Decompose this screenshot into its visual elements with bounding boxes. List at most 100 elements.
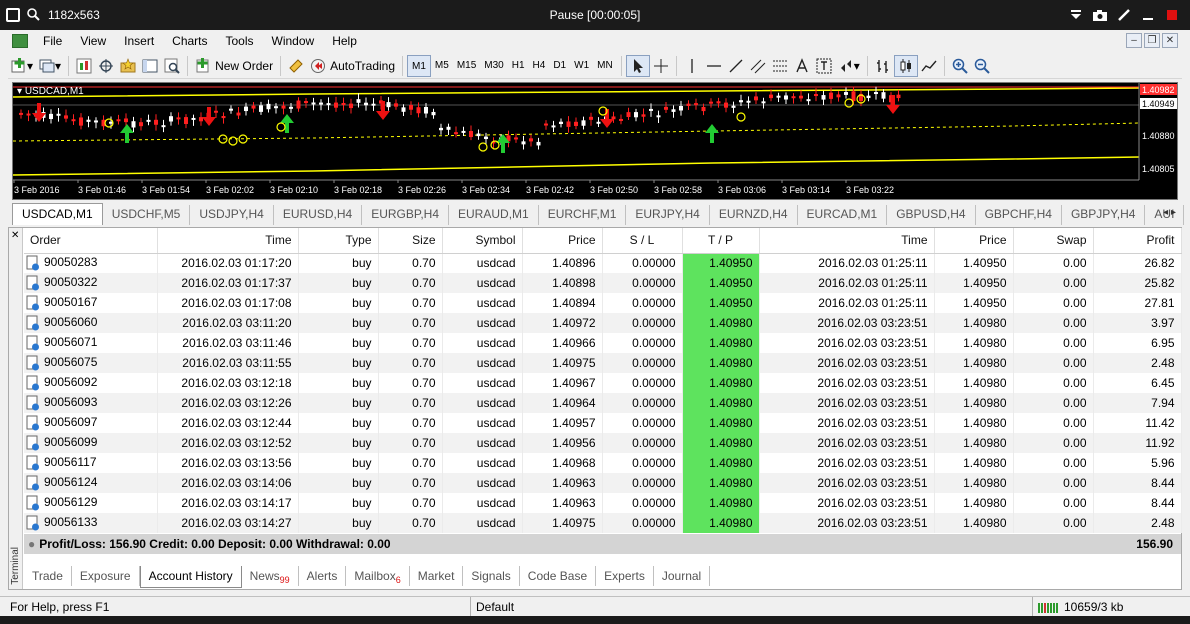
terminal-tab-journal[interactable]: Journal — [654, 566, 711, 586]
autotrading-button[interactable]: AutoTrading — [307, 55, 398, 77]
chart-tab-eurcad-m1[interactable]: EURCAD,M1 — [798, 205, 888, 225]
table-row[interactable]: 90056117 2016.02.03 03:13:56 buy 0.70 usdcad… — [24, 453, 1182, 473]
menu-view[interactable]: View — [71, 31, 115, 51]
new-chart-button[interactable]: ▾ — [8, 55, 36, 77]
terminal-tab-mailbox[interactable]: Mailbox6 — [346, 566, 410, 586]
column-header-size[interactable]: Size — [378, 228, 443, 254]
trendline-button[interactable] — [725, 55, 747, 77]
arrows-button[interactable]: ▾ — [835, 55, 863, 77]
table-row[interactable]: 90056075 2016.02.03 03:11:55 buy 0.70 usdcad… — [24, 353, 1182, 373]
price-chart[interactable]: 1.40982 1.40949 1.40880 1.40805 3 Feb 2016 3 … — [12, 82, 1178, 200]
table-row[interactable]: 90056071 2016.02.03 03:11:46 buy 0.70 usdcad… — [24, 333, 1182, 353]
zoom-out-button[interactable] — [971, 55, 993, 77]
terminal-tab-experts[interactable]: Experts — [596, 566, 654, 586]
navigator-button[interactable] — [95, 55, 117, 77]
chart-canvas[interactable]: 1.40982 1.40949 1.40880 1.40805 3 Feb 2016 3 … — [13, 83, 1177, 199]
vertical-line-button[interactable] — [681, 55, 703, 77]
timeframe-m1[interactable]: M1 — [407, 54, 431, 77]
menu-file[interactable]: File — [34, 31, 71, 51]
terminal-tab-account-history[interactable]: Account History — [139, 566, 242, 588]
mdi-minimize-icon[interactable]: – — [1126, 33, 1142, 48]
table-row[interactable]: 90056097 2016.02.03 03:12:44 buy 0.70 usdcad… — [24, 413, 1182, 433]
bar-chart-button[interactable] — [872, 55, 894, 77]
table-row[interactable]: 90056129 2016.02.03 03:14:17 buy 0.70 usdcad… — [24, 493, 1182, 513]
table-row[interactable]: 90056099 2016.02.03 03:12:52 buy 0.70 usdcad… — [24, 433, 1182, 453]
close-icon[interactable]: ✕ — [11, 230, 19, 241]
text-label-button[interactable] — [813, 55, 835, 77]
table-row[interactable]: 90056124 2016.02.03 03:14:06 buy 0.70 usdcad… — [24, 473, 1182, 493]
column-header-t-p[interactable]: T / P — [682, 228, 760, 254]
timeframe-d1[interactable]: D1 — [549, 55, 570, 77]
column-header-order[interactable]: Order — [24, 228, 158, 254]
zoom-in-button[interactable] — [949, 55, 971, 77]
favorites-button[interactable] — [117, 55, 139, 77]
column-header-swap[interactable]: Swap — [1013, 228, 1094, 254]
mdi-restore-icon[interactable]: ❐ — [1144, 33, 1160, 48]
chart-tab-gbpusd-h4[interactable]: GBPUSD,H4 — [887, 205, 976, 225]
cursor-tool-button[interactable] — [625, 54, 650, 77]
market-watch-button[interactable] — [73, 55, 95, 77]
chart-tab-usdjpy-h4[interactable]: USDJPY,H4 — [190, 205, 274, 225]
text-tool-button[interactable] — [791, 55, 813, 77]
column-header-profit[interactable]: Profit — [1093, 228, 1182, 254]
dropdown-icon[interactable] — [1066, 6, 1086, 24]
menu-insert[interactable]: Insert — [115, 31, 163, 51]
candlestick-button[interactable] — [893, 54, 918, 77]
menu-help[interactable]: Help — [323, 31, 366, 51]
column-header-s-l[interactable]: S / L — [602, 228, 683, 254]
camera-icon[interactable] — [1090, 6, 1110, 24]
chart-tab-eurgbp-h4[interactable]: EURGBP,H4 — [362, 205, 450, 225]
chart-tab-euraud-m1[interactable]: EURAUD,M1 — [449, 205, 539, 225]
chart-tab-eurusd-h4[interactable]: EURUSD,H4 — [274, 205, 363, 225]
timeframe-h4[interactable]: H4 — [529, 55, 550, 77]
app-icon[interactable] — [12, 34, 28, 48]
chart-tab-gbpchf-h4[interactable]: GBPCHF,H4 — [976, 205, 1062, 225]
column-header-type[interactable]: Type — [298, 228, 379, 254]
table-row[interactable]: 90056060 2016.02.03 03:11:20 buy 0.70 usdcad… — [24, 313, 1182, 333]
terminal-tab-news[interactable]: News99 — [242, 566, 299, 586]
tab-scroll-arrows-icon[interactable]: ◂ ▸ — [1163, 207, 1176, 218]
menu-charts[interactable]: Charts — [163, 31, 216, 51]
minimize-icon[interactable] — [1138, 6, 1158, 24]
table-row[interactable]: 90050283 2016.02.03 01:17:20 buy 0.70 usdcad… — [24, 253, 1182, 273]
metaeditor-button[interactable] — [285, 55, 307, 77]
terminal-tab-exposure[interactable]: Exposure — [72, 566, 140, 586]
terminal-tab-market[interactable]: Market — [410, 566, 464, 586]
timeframe-w1[interactable]: W1 — [570, 55, 593, 77]
timeframe-m15[interactable]: M15 — [453, 55, 480, 77]
chart-tab-usdchf-m5[interactable]: USDCHF,M5 — [103, 205, 191, 225]
status-connection[interactable]: 10659/3 kb — [1032, 597, 1182, 616]
chart-tab-eurjpy-h4[interactable]: EURJPY,H4 — [626, 205, 710, 225]
terminal-tab-trade[interactable]: Trade — [24, 566, 72, 586]
timeframe-mn[interactable]: MN — [593, 55, 617, 77]
column-header-time[interactable]: Time — [157, 228, 299, 254]
fibonacci-button[interactable] — [769, 55, 791, 77]
timeframe-h1[interactable]: H1 — [508, 55, 529, 77]
mdi-close-icon[interactable]: ✕ — [1162, 33, 1178, 48]
menu-window[interactable]: Window — [263, 31, 324, 51]
column-header-time[interactable]: Time — [759, 228, 935, 254]
timeframe-m30[interactable]: M30 — [480, 55, 507, 77]
stop-icon[interactable] — [1162, 6, 1182, 24]
column-header-price[interactable]: Price — [934, 228, 1014, 254]
pencil-icon[interactable] — [1114, 6, 1134, 24]
crosshair-tool-button[interactable] — [650, 55, 672, 77]
horizontal-line-button[interactable] — [703, 55, 725, 77]
equidistant-channel-button[interactable] — [747, 55, 769, 77]
new-order-button[interactable]: New Order — [192, 55, 276, 77]
table-row[interactable]: 90056093 2016.02.03 03:12:26 buy 0.70 usdcad… — [24, 393, 1182, 413]
table-row[interactable]: 90050322 2016.02.03 01:17:37 buy 0.70 usdcad… — [24, 273, 1182, 293]
timeframe-m5[interactable]: M5 — [431, 55, 453, 77]
chart-tab-gbpjpy-h4[interactable]: GBPJPY,H4 — [1062, 205, 1146, 225]
table-row[interactable]: 90056133 2016.02.03 03:14:27 buy 0.70 usdcad… — [24, 513, 1182, 533]
column-header-price[interactable]: Price — [522, 228, 603, 254]
table-row[interactable]: 90050167 2016.02.03 01:17:08 buy 0.70 usdcad… — [24, 293, 1182, 313]
terminal-tab-alerts[interactable]: Alerts — [299, 566, 347, 586]
terminal-button[interactable] — [139, 55, 161, 77]
strategy-tester-button[interactable] — [161, 55, 183, 77]
table-row[interactable]: 90056092 2016.02.03 03:12:18 buy 0.70 usdcad… — [24, 373, 1182, 393]
chart-tab-eurchf-m1[interactable]: EURCHF,M1 — [539, 205, 627, 225]
menu-tools[interactable]: Tools — [217, 31, 263, 51]
terminal-tab-signals[interactable]: Signals — [463, 566, 520, 586]
chart-tab-usdcad-m1[interactable]: USDCAD,M1 — [12, 203, 103, 225]
